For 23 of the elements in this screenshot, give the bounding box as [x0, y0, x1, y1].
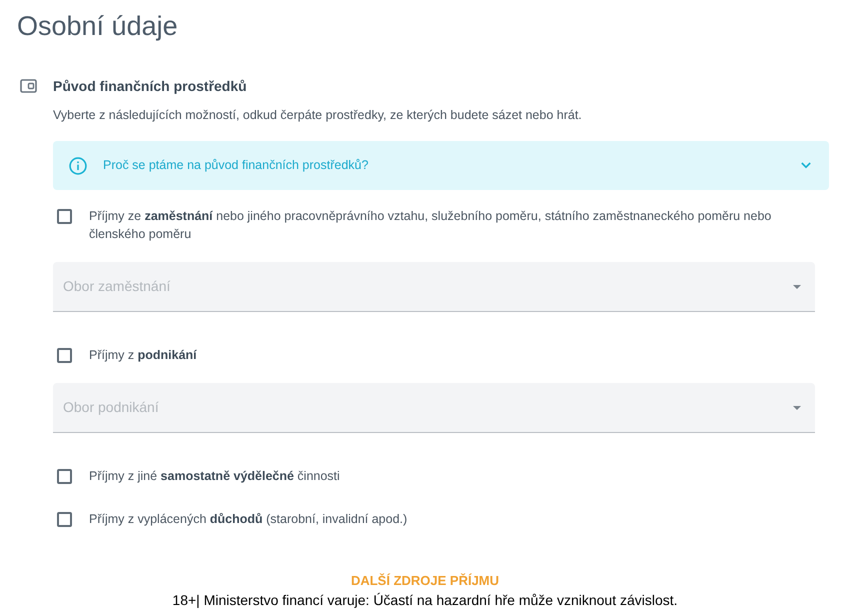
wallet-icon — [20, 79, 37, 93]
more-income-sources-button[interactable]: DALŠÍ ZDROJE PŘÍJMU — [350, 572, 500, 590]
info-question: Proč se ptáme na původ finančních prostředků? — [103, 157, 370, 174]
section-title: Původ finančních prostředků — [53, 76, 247, 96]
dropdown-field[interactable]: Obor zaměstnání — [53, 262, 815, 312]
caret-icon — [793, 284, 801, 288]
checkbox[interactable] — [57, 348, 72, 363]
dropdown-placeholder: Obor zaměstnání — [63, 277, 170, 296]
dropdown-placeholder: Obor podnikání — [63, 398, 159, 417]
section-description: Vyberte z následujících možností, odkud čerpáte prostředky, ze kterých budete sázet nebo hrát. — [53, 107, 582, 124]
info-accordion[interactable]: Proč se ptáme na původ finančních prostředků? — [53, 141, 829, 190]
checkbox-label: Příjmy z vyplácených důchodů (starobní, invalidní apod.) — [89, 511, 408, 528]
gambling-warning: 18+| Ministerstvo financí varuje: Účastí na hazardní hře může vzniknout závislost. — [172, 592, 678, 608]
info-icon — [69, 156, 87, 174]
checkbox-label: Příjmy z jiné samostatně výdělečné činnosti — [89, 468, 341, 485]
dropdown-field[interactable]: Obor podnikání — [53, 383, 815, 433]
checkbox-label: Příjmy z podnikání — [89, 347, 198, 364]
checkbox[interactable] — [57, 469, 72, 484]
checkbox[interactable] — [57, 209, 72, 224]
checkbox[interactable] — [57, 512, 72, 527]
checkbox-label: Příjmy ze zaměstnání nebo jiného pracovněprávního vztahu, služebního poměru, státního zaměstnaneckého poměru nebo členského poměru — [89, 208, 772, 243]
page-title: Osobní údaje — [17, 10, 178, 43]
caret-icon — [793, 406, 801, 410]
